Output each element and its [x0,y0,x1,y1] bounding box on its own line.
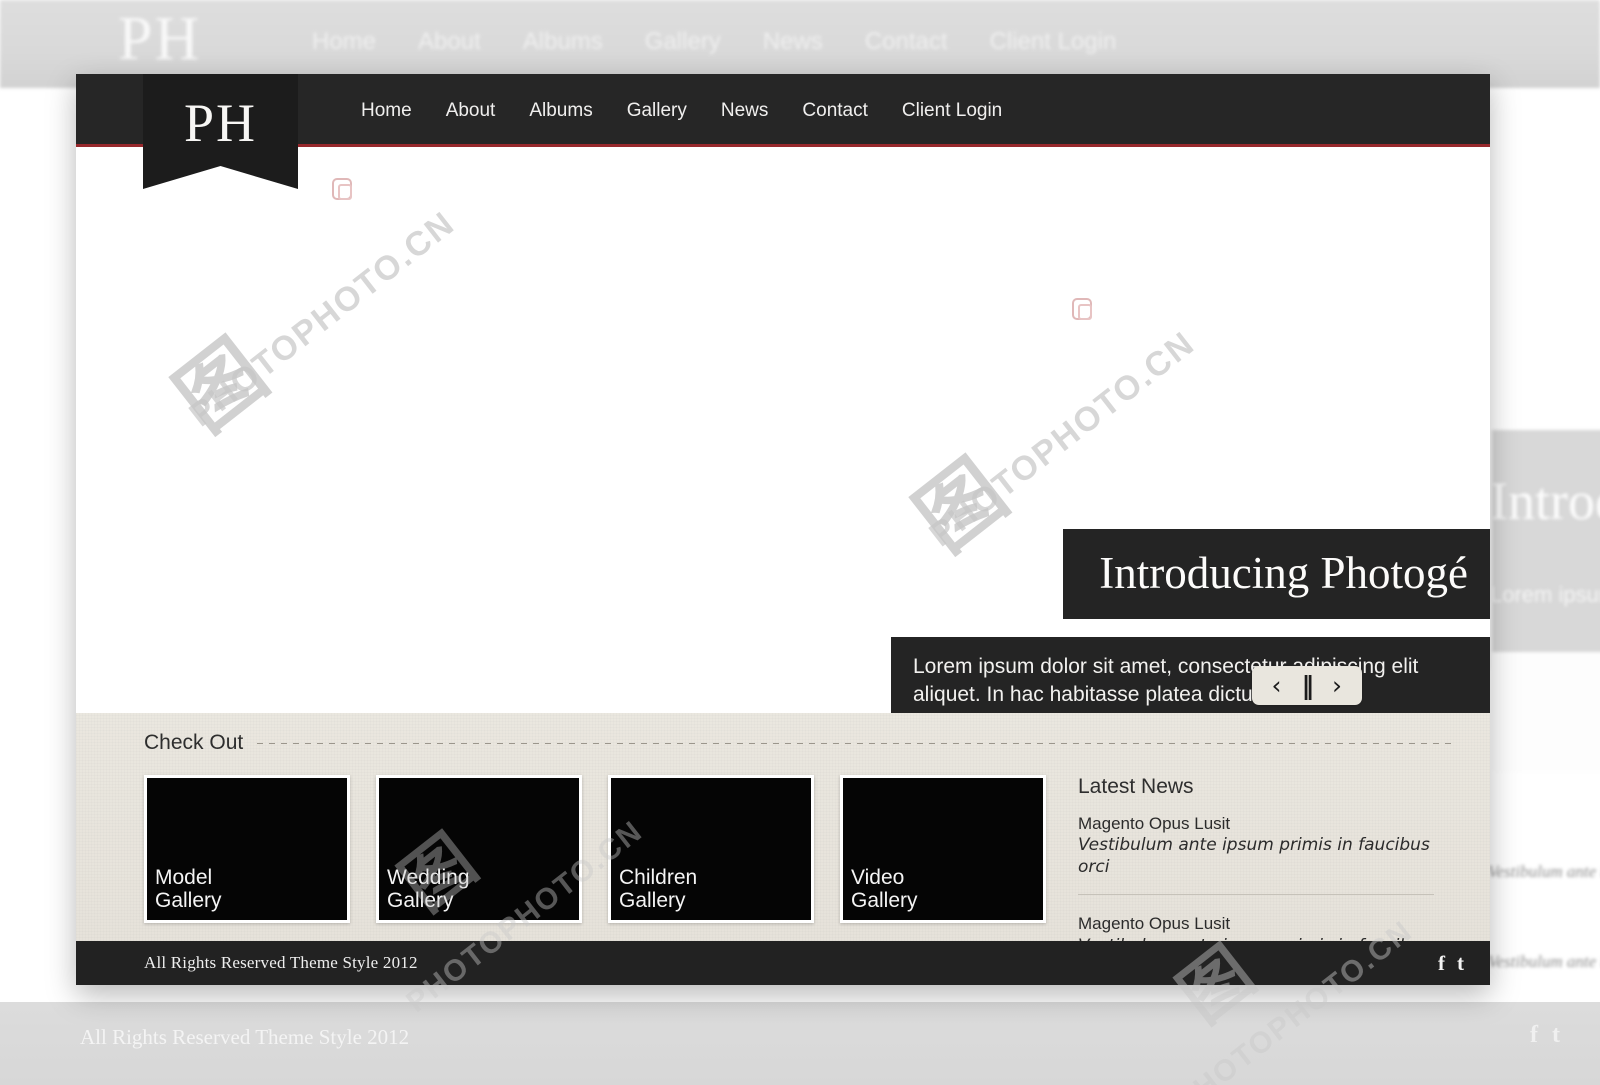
caption-line-2: Gallery [155,889,222,913]
caption-line-2: Gallery [851,889,918,913]
nav-item-about[interactable]: About [429,100,513,122]
backdrop-hero-white [1490,652,1600,772]
caption-line-2: Gallery [619,889,686,913]
backdrop-nav-item: Contact [864,28,948,55]
twitter-icon[interactable]: t [1457,952,1464,974]
caption-line-1: Wedding [387,865,470,889]
facebook-icon: f [1530,1022,1538,1048]
slider-prev-icon[interactable]: ‹ [1270,673,1284,698]
gallery-thumb-model[interactable]: Model Gallery [144,775,350,923]
backdrop-footer-text: All Rights Reserved Theme Style 2012 [80,1025,410,1049]
news-item[interactable]: Magento Opus Lusit Vestibulum ante ipsum… [1078,813,1434,878]
gallery-thumb-video[interactable]: Video Gallery [840,775,1046,923]
dashed-divider [257,742,1454,744]
slide-title: Introducing Photogé [1063,529,1490,619]
gallery-thumb-caption: Children Gallery [619,866,697,913]
backdrop-nav-item: News [762,28,823,55]
backdrop-nav-item: Gallery [644,28,721,55]
slide-description: Lorem ipsum dolor sit amet, consectetur … [891,637,1490,713]
backdrop-nav-item: About [418,28,481,55]
news-item-title: Magento Opus Lusit [1078,814,1231,833]
facebook-icon[interactable]: f [1438,952,1445,974]
backdrop-news-excerpt: Vestibulum ante ipsum primis in faucibus… [1488,862,1600,881]
site-logo-text: PH [183,93,258,153]
nav-item-gallery[interactable]: Gallery [610,100,704,122]
site-footer: All Rights Reserved Theme Style 2012 f t [76,941,1490,985]
nav-item-client-login[interactable]: Client Login [885,100,1019,122]
backdrop-social: f t [1530,1022,1560,1049]
slider-pause-icon[interactable]: ‖ [1300,673,1315,698]
footer-copyright: All Rights Reserved Theme Style 2012 [144,953,418,972]
check-out-header: Check Out [144,731,1460,755]
backdrop-nav: Home About Albums Gallery News Contact C… [312,28,1116,56]
twitter-icon: t [1552,1022,1560,1048]
backdrop-logo: PH [118,5,202,73]
slider-next-icon[interactable]: › [1330,673,1344,698]
caption-line-1: Video [851,865,905,889]
gallery-thumb-caption: Video Gallery [851,866,918,913]
news-item-excerpt: Vestibulum ante ipsum primis in faucibus… [1078,835,1430,878]
site-window: Home About Albums Gallery News Contact C… [76,74,1490,985]
latest-news-heading: Latest News [1078,775,1194,798]
social-links: f t [1438,952,1464,974]
nav-item-contact[interactable]: Contact [785,100,884,122]
gallery-thumb-caption: Model Gallery [155,866,222,913]
nav-item-news[interactable]: News [704,100,786,122]
slider-controls: ‹ ‖ › [1251,666,1362,705]
gallery-thumb-children[interactable]: Children Gallery [608,775,814,923]
caption-line-1: Children [619,865,698,889]
news-item-title: Magento Opus Lusit [1078,914,1231,934]
backdrop-nav-item: Home [312,28,377,55]
gallery-thumb-wedding[interactable]: Wedding Gallery [376,775,582,923]
backdrop-nav-item: Client Login [989,28,1117,55]
backdrop-hero-desc: Lorem ipsum dolor sit amet, consectetur … [1490,582,1600,607]
check-out-heading: Check Out [144,731,244,754]
screenshot-root: PH Home About Albums Gallery News Contac… [0,0,1600,1085]
main-navigation: Home About Albums Gallery News Contact C… [344,74,1019,147]
caption-line-1: Model [155,865,213,889]
hero-slider: Introducing Photogé Lorem ipsum dolor si… [76,147,1490,713]
backdrop-nav-item: Albums [522,28,603,55]
backdrop-hero-title: Introducing Photogé [1490,471,1600,531]
nav-item-albums[interactable]: Albums [512,100,609,122]
backdrop-news-excerpt: Vestibulum ante ipsum primis in faucibus… [1488,952,1600,971]
gallery-thumb-caption: Wedding Gallery [387,866,470,913]
check-out-section: Check Out Model Gallery Wedding Gallery [76,713,1490,978]
caption-line-2: Gallery [387,889,454,913]
news-divider [1078,894,1434,896]
nav-item-home[interactable]: Home [344,100,429,122]
backdrop-hero-panel [1492,430,1600,670]
